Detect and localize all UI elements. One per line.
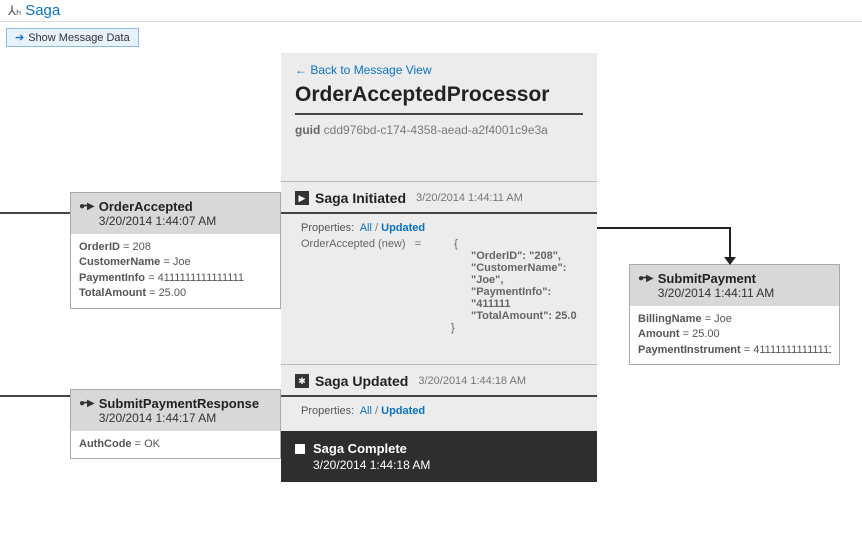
json-prop: "CustomerName": "Joe", — [301, 262, 577, 286]
window-header: ⅄ₕ Saga — [0, 0, 862, 22]
message-prop: TotalAmount = 25.00 — [79, 286, 272, 301]
message-title: OrderAccepted — [99, 199, 216, 214]
processor-column: ← Back to Message View OrderAcceptedProc… — [281, 53, 597, 482]
message-prop: PaymentInstrument = 4111111111111111 — [638, 343, 831, 358]
json-prop: "TotalAmount": 25.0 — [301, 310, 577, 322]
guid-value: cdd976bd-c174-4358-aead-a2f4001c9e3a — [324, 123, 548, 137]
json-prop: "PaymentInfo": "411111 — [301, 286, 577, 310]
json-entity-name: OrderAccepted (new) = — [301, 238, 451, 250]
message-prop: PaymentInfo = 4111111111111111 — [79, 271, 272, 286]
complete-time: 3/20/2014 1:44:18 AM — [295, 458, 583, 472]
event-saga-updated: ✱ Saga Updated 3/20/2014 1:44:18 AM Prop… — [281, 364, 597, 431]
play-icon: ▶ — [295, 191, 309, 205]
event-time: 3/20/2014 1:44:11 AM — [416, 192, 523, 204]
event-body: Properties: All / Updated OrderAccepted … — [281, 214, 597, 344]
show-message-data-button[interactable]: ➔ Show Message Data — [6, 28, 139, 47]
guid-line: guid cdd976bd-c174-4358-aead-a2f4001c9e3… — [281, 123, 597, 151]
message-header: ●━▶ OrderAccepted 3/20/2014 1:44:07 AM — [71, 193, 280, 234]
message-prop: CustomerName = Joe — [79, 255, 272, 270]
asterisk-icon: ✱ — [295, 374, 309, 388]
message-header: ●━▶ SubmitPaymentResponse 3/20/2014 1:44… — [71, 390, 280, 431]
properties-filter: Properties: All / Updated — [301, 222, 577, 234]
filter-all-link[interactable]: All — [360, 405, 372, 417]
message-arrow-icon: ●━▶ — [638, 273, 652, 284]
saga-icon: ⅄ₕ — [8, 3, 21, 19]
message-card-order-accepted[interactable]: ●━▶ OrderAccepted 3/20/2014 1:44:07 AM O… — [70, 192, 281, 309]
message-prop: BillingName = Joe — [638, 312, 831, 327]
show-message-data-label: Show Message Data — [28, 32, 130, 44]
filter-separator: / — [375, 405, 378, 417]
message-arrow-icon: ●━▶ — [79, 398, 93, 409]
connector-arrow — [597, 227, 737, 267]
message-body: BillingName = Joe Amount = 25.00 Payment… — [630, 306, 839, 364]
message-time: 3/20/2014 1:44:11 AM — [658, 286, 775, 300]
toolbar: ➔ Show Message Data — [0, 22, 862, 53]
properties-label: Properties: — [301, 222, 354, 234]
json-prop: "OrderID": "208", — [301, 250, 577, 262]
message-title: SubmitPayment — [658, 271, 775, 286]
event-time: 3/20/2014 1:44:18 AM — [418, 375, 526, 387]
event-title: Saga Updated — [315, 373, 408, 389]
json-open-brace: { — [454, 238, 458, 250]
message-header: ●━▶ SubmitPayment 3/20/2014 1:44:11 AM — [630, 265, 839, 306]
filter-updated-link[interactable]: Updated — [381, 222, 425, 234]
message-title: SubmitPaymentResponse — [99, 396, 259, 411]
arrow-right-icon: ➔ — [15, 31, 24, 44]
filter-all-link[interactable]: All — [360, 222, 372, 234]
message-prop: Amount = 25.00 — [638, 327, 831, 342]
complete-title: Saga Complete — [313, 441, 407, 456]
properties-filter: Properties: All / Updated — [301, 405, 577, 417]
filter-updated-link[interactable]: Updated — [381, 405, 425, 417]
message-prop: AuthCode = OK — [79, 437, 272, 452]
divider — [295, 113, 583, 115]
properties-label: Properties: — [301, 405, 354, 417]
event-saga-complete: Saga Complete 3/20/2014 1:44:18 AM — [281, 431, 597, 482]
processor-title: OrderAcceptedProcessor — [281, 83, 597, 113]
filter-separator: / — [375, 222, 378, 234]
event-header: ✱ Saga Updated 3/20/2014 1:44:18 AM — [281, 365, 597, 395]
message-body: OrderID = 208 CustomerName = Joe Payment… — [71, 234, 280, 308]
json-entity: OrderAccepted (new) = { — [301, 238, 577, 250]
message-time: 3/20/2014 1:44:17 AM — [99, 411, 259, 425]
event-title: Saga Initiated — [315, 190, 406, 206]
event-header: ▶ Saga Initiated 3/20/2014 1:44:11 AM — [281, 182, 597, 212]
message-card-submit-payment[interactable]: ●━▶ SubmitPayment 3/20/2014 1:44:11 AM B… — [629, 264, 840, 365]
message-prop: OrderID = 208 — [79, 240, 272, 255]
event-body: Properties: All / Updated — [281, 397, 597, 431]
back-to-message-view-link[interactable]: ← Back to Message View — [281, 53, 597, 83]
saga-canvas: ← Back to Message View OrderAcceptedProc… — [0, 53, 862, 523]
message-card-submit-payment-response[interactable]: ●━▶ SubmitPaymentResponse 3/20/2014 1:44… — [70, 389, 281, 459]
message-arrow-icon: ●━▶ — [79, 201, 93, 212]
guid-label: guid — [295, 123, 320, 137]
message-time: 3/20/2014 1:44:07 AM — [99, 214, 216, 228]
event-saga-initiated: ▶ Saga Initiated 3/20/2014 1:44:11 AM Pr… — [281, 181, 597, 344]
json-close-brace: } — [301, 322, 577, 334]
window-title: Saga — [25, 2, 60, 19]
message-body: AuthCode = OK — [71, 431, 280, 458]
stop-icon — [295, 444, 305, 454]
